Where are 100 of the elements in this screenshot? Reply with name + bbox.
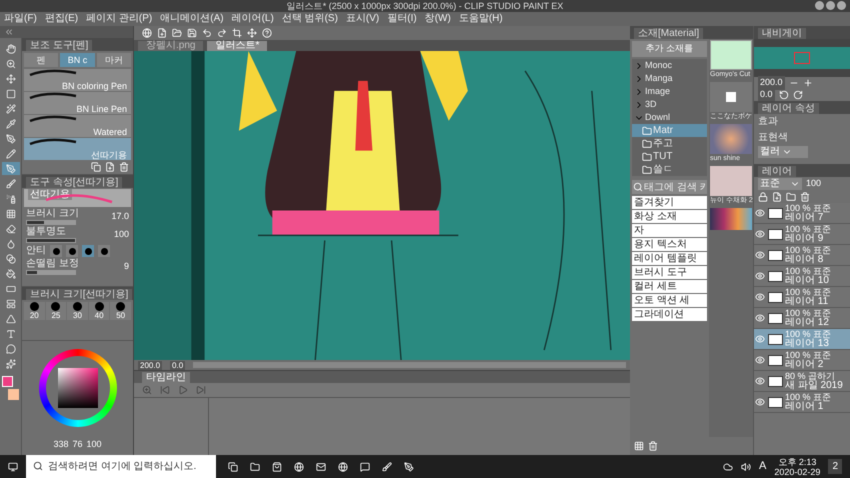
brush-item[interactable]: BN coloring Pen — [24, 69, 131, 91]
tree-item[interactable]: 주고 — [632, 137, 707, 150]
menu-item[interactable]: 레이어(L) — [232, 13, 274, 25]
tag-item[interactable]: 레이어 템플릿 — [632, 252, 707, 265]
menu-item[interactable]: 선택 범위(S) — [282, 13, 338, 25]
help-icon[interactable] — [262, 28, 272, 38]
tag-search-field[interactable]: 태그에 검색 키 — [632, 180, 707, 194]
drop-icon[interactable] — [6, 238, 16, 248]
trash-icon[interactable] — [800, 192, 810, 202]
panel-tab[interactable]: 도구 속성[선따기용] — [26, 177, 122, 188]
zoom-value[interactable]: 200.0 — [758, 76, 785, 90]
angle-value[interactable]: 0.0 — [170, 360, 186, 370]
globe-icon[interactable] — [338, 462, 348, 472]
visibility-icon[interactable] — [755, 355, 765, 365]
brush-icon[interactable] — [382, 462, 392, 472]
hand-icon[interactable] — [6, 44, 16, 54]
new-layer-icon[interactable] — [772, 192, 782, 202]
folder-icon[interactable] — [642, 138, 652, 148]
tool-button[interactable] — [2, 162, 20, 175]
mail-icon[interactable] — [316, 462, 326, 472]
opacity-value[interactable]: 100 — [806, 177, 822, 191]
brush-size-preset[interactable]: 20 — [24, 302, 45, 320]
pen-icon[interactable] — [404, 462, 414, 472]
layer-row[interactable]: 100 % 표준 레이어 7 — [754, 203, 850, 224]
sub-color-swatch[interactable] — [8, 389, 19, 400]
taskbar-search-field[interactable]: 검색하려면 여기에 입력하십시오. — [26, 455, 216, 478]
folder-icon[interactable] — [250, 462, 260, 472]
tree-item[interactable]: Downl — [632, 111, 707, 124]
windows-icon[interactable] — [8, 462, 18, 472]
visibility-icon[interactable] — [755, 271, 765, 281]
tag-item[interactable]: 그라데이션 — [632, 308, 707, 321]
visibility-icon[interactable] — [755, 334, 765, 344]
grid-view-icon[interactable] — [634, 441, 644, 451]
text-icon[interactable] — [6, 328, 16, 338]
eraser-icon[interactable] — [6, 224, 16, 234]
clock-date[interactable]: 2020-02-29 — [774, 466, 820, 476]
panel-tab[interactable]: 보조 도구[펜] — [26, 40, 92, 51]
speaker-icon[interactable] — [741, 462, 752, 472]
tag-item[interactable]: 화상 소재 — [632, 210, 707, 223]
brush-size-preset[interactable]: 50 — [110, 302, 131, 320]
brush-size-preset[interactable]: 25 — [46, 302, 66, 320]
tree-item[interactable]: 쓸ㄷ — [632, 163, 707, 176]
panel-tab[interactable]: 소재[Material] — [634, 28, 704, 39]
slider-track[interactable] — [26, 270, 76, 275]
antialias-option[interactable] — [98, 245, 110, 257]
property-value[interactable]: 9 — [124, 260, 129, 274]
crop-icon[interactable] — [232, 28, 242, 38]
visibility-icon[interactable] — [755, 250, 765, 260]
tree-item[interactable]: Image — [632, 85, 707, 98]
layer-row[interactable]: 100 % 표준 레이어 13 — [754, 329, 850, 350]
layer-row[interactable]: 100 % 표준 레이어 9 — [754, 224, 850, 245]
balloon-icon[interactable] — [6, 344, 16, 354]
visibility-icon[interactable] — [755, 397, 765, 407]
minimize-button[interactable] — [815, 1, 824, 10]
horizontal-scrollbar[interactable] — [193, 362, 626, 368]
bucket-icon[interactable] — [6, 268, 16, 278]
tree-item[interactable]: Manga — [632, 72, 707, 85]
gradient-icon[interactable] — [6, 254, 16, 264]
brush-size-preset[interactable]: 40 — [88, 302, 110, 320]
brush-size-preset[interactable]: 30 — [67, 302, 88, 320]
document-tab[interactable]: 장펠시.png — [138, 41, 204, 51]
maximize-button[interactable] — [826, 1, 835, 10]
tag-item[interactable]: 자 — [632, 224, 707, 237]
tag-item[interactable]: 즐겨찾기 — [632, 196, 707, 209]
color-mode-dropdown[interactable]: 컬러 — [758, 146, 808, 158]
property-value[interactable]: 17.0 — [111, 210, 129, 224]
main-color-swatch[interactable] — [2, 376, 13, 387]
pencil-icon[interactable] — [6, 148, 16, 158]
tag-item[interactable]: 컬러 세트 — [632, 280, 707, 293]
sub-tool-tab[interactable]: 펜 — [24, 53, 58, 67]
sparkle-icon[interactable] — [6, 358, 16, 368]
tag-item[interactable]: 브러시 도구 — [632, 266, 707, 279]
move-icon[interactable] — [247, 28, 257, 38]
layer-row[interactable]: 100 % 표준 레이어 1 — [754, 392, 850, 413]
chat-icon[interactable] — [360, 462, 370, 472]
collapse-icon[interactable] — [4, 27, 14, 37]
eyedropper-icon[interactable] — [6, 118, 16, 128]
move-icon[interactable] — [6, 74, 16, 84]
selection-icon[interactable] — [6, 88, 16, 98]
panel-tab[interactable]: 레이어 — [758, 166, 796, 177]
panel-tab[interactable]: 브러시 크기[선따기용] — [26, 289, 132, 300]
slider-track[interactable] — [26, 220, 76, 225]
notification-count[interactable]: 2 — [828, 459, 842, 474]
color-value[interactable]: 76 — [72, 438, 82, 451]
clock-time[interactable]: 오후 2:13 — [778, 456, 816, 466]
layer-row[interactable]: 100 % 표준 레이어 8 — [754, 245, 850, 266]
ruler-icon[interactable] — [6, 314, 16, 324]
menu-item[interactable]: 애니메이션(A) — [160, 13, 224, 25]
panel-tab[interactable]: 내비게이 — [758, 28, 806, 39]
redo-icon[interactable] — [217, 28, 227, 38]
sub-tool-tab[interactable]: 마커 — [96, 53, 131, 67]
save-icon[interactable] — [187, 28, 197, 38]
layer-row[interactable]: 80 % 곱하기 새 파일 2019 — [754, 371, 850, 392]
tag-item[interactable]: 오토 액션 세 — [632, 294, 707, 307]
rectangle-icon[interactable] — [6, 284, 16, 294]
glow-thumbnail[interactable] — [710, 124, 752, 154]
ime-indicator[interactable]: A — [759, 458, 766, 475]
browser-icon[interactable] — [294, 462, 304, 472]
menu-item[interactable]: 페이지 관리(P) — [86, 13, 152, 25]
new-file-icon[interactable] — [157, 28, 167, 38]
